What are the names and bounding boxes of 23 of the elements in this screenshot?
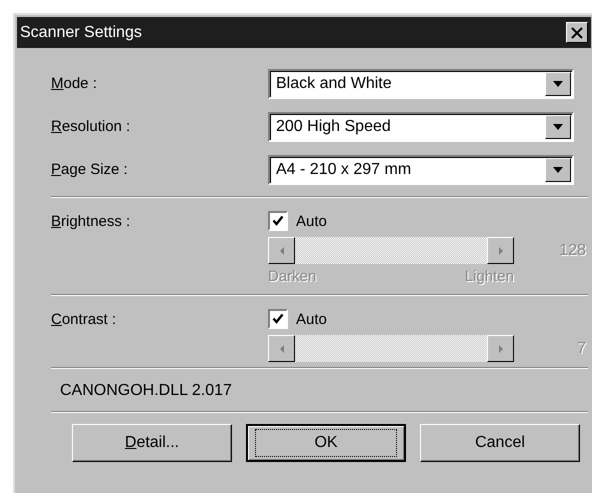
dialog-button[interactable]: Detail... bbox=[72, 424, 232, 462]
dropdown-field[interactable]: Black and White bbox=[268, 68, 574, 98]
field-label: Resolution : bbox=[51, 118, 132, 135]
window-title: Scanner Settings bbox=[20, 24, 142, 42]
close-icon bbox=[571, 26, 583, 38]
checkbox-label: Auto bbox=[296, 212, 327, 230]
max-label: Lighten bbox=[464, 268, 514, 285]
dropdown-field[interactable]: A4 - 210 x 297 mm bbox=[268, 154, 574, 184]
check-icon bbox=[272, 313, 284, 325]
dropdown-field[interactable]: 200 High Speed bbox=[268, 112, 574, 142]
close-button[interactable] bbox=[566, 22, 588, 43]
version-text: CANONGOH.DLL 2.017 bbox=[59, 381, 233, 401]
min-label: Darken bbox=[268, 268, 316, 285]
field-label: Brightness : bbox=[51, 212, 132, 232]
dialog-button[interactable]: Cancel bbox=[420, 424, 580, 462]
field-label: Contrast : bbox=[51, 310, 118, 330]
value-reading: 7 bbox=[577, 340, 586, 358]
dialog-button[interactable]: OK bbox=[246, 424, 406, 462]
check-icon bbox=[272, 215, 284, 227]
field-label: Page Size : bbox=[51, 161, 129, 178]
field-label: Mode : bbox=[51, 75, 98, 92]
checkbox-label: Auto bbox=[296, 310, 327, 328]
value-reading: 128 bbox=[559, 242, 586, 260]
